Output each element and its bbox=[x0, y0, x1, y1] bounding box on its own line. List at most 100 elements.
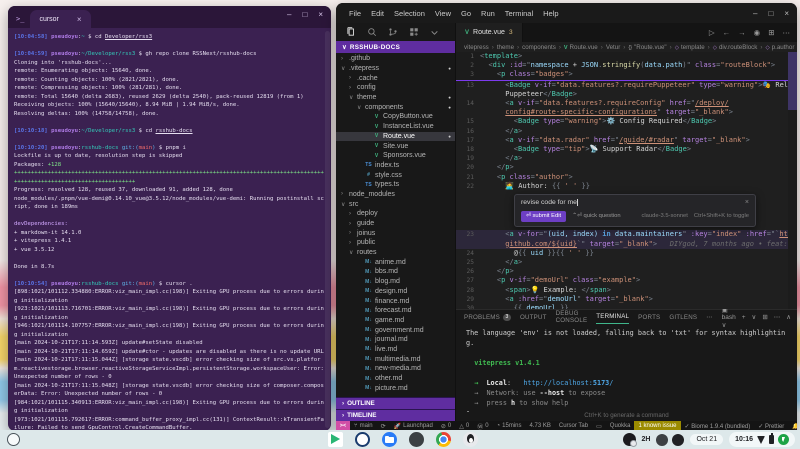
tree-item-components[interactable]: ∨components● bbox=[336, 102, 455, 112]
tree-item-node-modules[interactable]: ›node_modules bbox=[336, 190, 455, 200]
tree-item-design-md[interactable]: M↓design.md bbox=[336, 287, 455, 297]
breadcrumb-item[interactable]: theme bbox=[497, 44, 514, 51]
files-icon[interactable] bbox=[346, 27, 356, 37]
forward-icon[interactable]: → bbox=[738, 28, 746, 37]
minimize-icon[interactable]: – bbox=[753, 9, 757, 18]
explorer-header[interactable]: ∨ RSSHUB-DOCS bbox=[336, 41, 455, 53]
inline-chat-close-icon[interactable]: × bbox=[745, 198, 749, 207]
status-area[interactable]: 10:16 bbox=[729, 432, 795, 447]
source-control-icon[interactable] bbox=[388, 27, 398, 37]
search-icon[interactable] bbox=[367, 27, 377, 37]
tree-item-sponsors-vue[interactable]: VSponsors.vue bbox=[336, 151, 455, 161]
more-actions-icon[interactable]: ⋯ bbox=[783, 28, 791, 37]
tree-item-bbs-md[interactable]: M↓bbs.md bbox=[336, 267, 455, 277]
maximize-icon[interactable]: □ bbox=[768, 9, 773, 18]
tab-route-vue[interactable]: V Route.vue 3 bbox=[456, 23, 523, 42]
panel-tab-ports[interactable]: PORTS bbox=[638, 310, 660, 324]
tree-item-guide[interactable]: ›guide bbox=[336, 219, 455, 229]
extensions-icon[interactable] bbox=[409, 27, 419, 37]
tree-item-site-vue[interactable]: VSite.vue bbox=[336, 141, 455, 151]
panel-tab-gitlens[interactable]: GITLENS bbox=[669, 310, 697, 324]
tree-item-instancelist-vue[interactable]: VInstanceList.vue bbox=[336, 122, 455, 132]
cursor-app-icon[interactable] bbox=[623, 433, 636, 446]
breadcrumb-item[interactable]: VRoute.vue bbox=[564, 44, 598, 51]
terminal-dropdown-icon[interactable]: ∨ bbox=[752, 313, 757, 321]
minimap[interactable] bbox=[788, 52, 797, 309]
maximize-panel-icon[interactable]: ∧ bbox=[786, 313, 791, 321]
split-editor-icon[interactable]: ⊞ bbox=[768, 28, 774, 37]
panel-tab-problems[interactable]: PROBLEMS3 bbox=[464, 310, 511, 324]
tree-item-deploy[interactable]: ›deploy bbox=[336, 209, 455, 219]
chrome-icon[interactable] bbox=[436, 432, 451, 447]
menu-run[interactable]: Run bbox=[476, 9, 500, 18]
tree-item-journal-md[interactable]: M↓journal.md bbox=[336, 335, 455, 345]
tree-item-route-vue[interactable]: VRoute.vue● bbox=[336, 132, 455, 142]
tree-item-public[interactable]: ›public bbox=[336, 238, 455, 248]
tree-item-finance-md[interactable]: M↓finance.md bbox=[336, 296, 455, 306]
menu-file[interactable]: File bbox=[344, 9, 366, 18]
tree-item--cache[interactable]: ›.cache bbox=[336, 73, 455, 83]
panel-tab-output[interactable]: OUTPUT bbox=[520, 310, 547, 324]
breadcrumb[interactable]: vitepress›theme›components›VRoute.vue›Ve… bbox=[456, 42, 797, 52]
notification-dot[interactable] bbox=[656, 434, 668, 446]
terminal-tab[interactable]: cursor × bbox=[30, 10, 90, 28]
minimap-slider[interactable] bbox=[788, 52, 797, 110]
terminal-icon[interactable] bbox=[409, 432, 424, 447]
panel-tab-terminal[interactable]: TERMINAL bbox=[596, 310, 629, 324]
tree-item-other-md[interactable]: M↓other.md bbox=[336, 374, 455, 384]
chevron-down-icon[interactable] bbox=[430, 28, 439, 37]
tree-item-blog-md[interactable]: M↓blog.md bbox=[336, 277, 455, 287]
tree-item-copybutton-vue[interactable]: VCopyButton.vue bbox=[336, 112, 455, 122]
tree-item-multimedia-md[interactable]: M↓multimedia.md bbox=[336, 354, 455, 364]
more-icon[interactable]: ⋯ bbox=[774, 313, 781, 321]
breadcrumb-item[interactable]: vitepress bbox=[464, 44, 489, 51]
tree-item--github[interactable]: ›.github bbox=[336, 54, 455, 64]
menu-view[interactable]: View bbox=[430, 9, 456, 18]
tree-item-config[interactable]: ›config bbox=[336, 83, 455, 93]
tree-item-picture-md[interactable]: M↓picture.md bbox=[336, 383, 455, 393]
menu-edit[interactable]: Edit bbox=[366, 9, 389, 18]
1password-icon[interactable] bbox=[355, 432, 370, 447]
outline-section[interactable]: › OUTLINE bbox=[336, 397, 455, 409]
launcher-button[interactable] bbox=[7, 433, 20, 446]
inline-chat-input[interactable]: revise code for me bbox=[521, 198, 577, 207]
menu-selection[interactable]: Selection bbox=[389, 9, 430, 18]
tree-item-game-md[interactable]: M↓game.md bbox=[336, 316, 455, 326]
close-icon[interactable]: × bbox=[784, 9, 789, 18]
terminal-output[interactable]: [10:04:58] pseudoyu:~ $ cd Developer/rss… bbox=[8, 28, 331, 431]
tree-item-live-md[interactable]: M↓live.md bbox=[336, 345, 455, 355]
run-icon[interactable]: ▷ bbox=[709, 28, 715, 37]
linux-penguin-icon[interactable] bbox=[463, 432, 478, 447]
menu-help[interactable]: Help bbox=[538, 9, 563, 18]
breadcrumb-item[interactable]: ◇template bbox=[675, 44, 705, 51]
back-icon[interactable]: ← bbox=[723, 28, 731, 37]
terminal-scrollbar[interactable] bbox=[325, 31, 330, 428]
menu-terminal[interactable]: Terminal bbox=[500, 9, 538, 18]
tree-item-forecast-md[interactable]: M↓forecast.md bbox=[336, 306, 455, 316]
code-editor[interactable]: 1<template>2 <div :id="namespace + JSON.… bbox=[456, 52, 797, 309]
tree-item-new-media-md[interactable]: M↓new-media.md bbox=[336, 364, 455, 374]
menu-go[interactable]: Go bbox=[456, 9, 476, 18]
tree-item-anime-md[interactable]: M↓anime.md bbox=[336, 257, 455, 267]
tree-item-theme[interactable]: ∨theme● bbox=[336, 93, 455, 103]
panel-tab-⋯[interactable]: ⋯ bbox=[706, 310, 712, 324]
run-circle-icon[interactable]: ◉ bbox=[754, 28, 761, 37]
maximize-icon[interactable]: □ bbox=[302, 10, 307, 19]
breadcrumb-item[interactable]: {}"Route.vue" bbox=[628, 44, 666, 51]
tree-item-routes[interactable]: ∨routes bbox=[336, 248, 455, 258]
tree-item-index-ts[interactable]: TSindex.ts bbox=[336, 161, 455, 171]
files-icon[interactable] bbox=[382, 432, 397, 447]
breadcrumb-item[interactable]: ◇p.author bbox=[765, 44, 794, 51]
breadcrumb-item[interactable]: Vetur bbox=[606, 44, 620, 51]
submit-edit-button[interactable]: ⏎ submit Edit bbox=[521, 211, 566, 222]
notification-dot[interactable] bbox=[672, 434, 684, 446]
timeline-section[interactable]: › TIMELINE bbox=[336, 409, 455, 421]
tree-item-government-md[interactable]: M↓government.md bbox=[336, 325, 455, 335]
tree-item--vitepress[interactable]: ∨.vitepress● bbox=[336, 64, 455, 74]
minimize-icon[interactable]: – bbox=[287, 10, 291, 19]
tree-item-joinus[interactable]: ›joinus bbox=[336, 228, 455, 238]
quick-question-hint[interactable]: ⌃⏎ quick question bbox=[572, 212, 620, 221]
close-icon[interactable]: × bbox=[318, 10, 323, 19]
model-selector[interactable]: claude-3.5-sonnet bbox=[641, 212, 687, 221]
tree-item-style-css[interactable]: #style.css bbox=[336, 170, 455, 180]
